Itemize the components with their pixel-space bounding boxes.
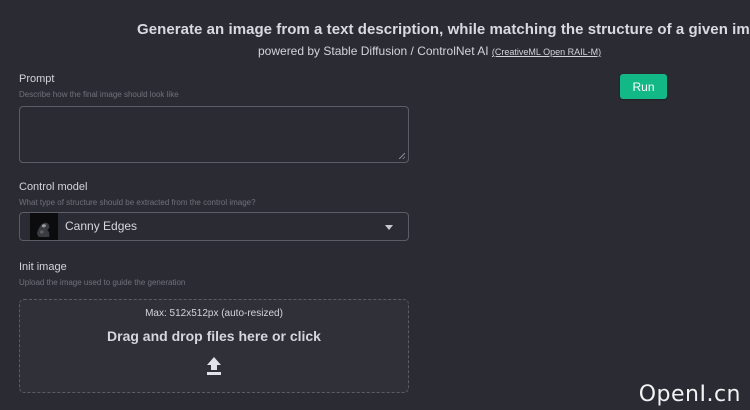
license-link[interactable]: (CreativeML Open RAIL-M) [492,47,601,57]
init-image-label: Init image [19,261,67,273]
prompt-input[interactable] [20,107,408,162]
image-dropzone[interactable]: Max: 512x512px (auto-resized) Drag and d… [19,299,409,393]
drop-instruction: Drag and drop files here or click [107,328,321,344]
init-image-section: Init image Upload the image used to guid… [19,260,409,393]
prompt-description: Describe how the final image should look… [19,90,179,99]
prompt-field [19,106,409,163]
max-size-note: Max: 512x512px (auto-resized) [145,308,283,319]
dark-silhouette-thumbnail [30,213,58,240]
control-model-label: Control model [19,181,88,193]
control-model-select[interactable]: Canny Edges [19,212,409,241]
page-subtitle: powered by Stable Diffusion / ControlNet… [258,44,601,58]
selected-model-value: Canny Edges [65,219,138,233]
control-model-description: What type of structure should be extract… [19,198,256,207]
upload-icon [205,356,223,376]
init-image-description: Upload the image used to guide the gener… [19,278,186,287]
prompt-section: Prompt Describe how the final image shou… [19,72,409,163]
header: Generate an image from a text descriptio… [0,18,750,68]
subtitle-text: powered by Stable Diffusion / ControlNet… [258,44,489,58]
resize-handle-icon[interactable] [399,153,405,159]
run-button[interactable]: Run [620,74,667,99]
watermark-logo: OpenI.cn [638,382,741,407]
app-page: Generate an image from a text descriptio… [0,0,750,410]
prompt-label: Prompt [19,73,55,85]
input-form: Prompt Describe how the final image shou… [19,72,409,393]
page-title: Generate an image from a text descriptio… [137,21,750,38]
chevron-down-icon[interactable] [385,225,393,230]
control-model-section: Control model What type of structure sho… [19,180,409,241]
